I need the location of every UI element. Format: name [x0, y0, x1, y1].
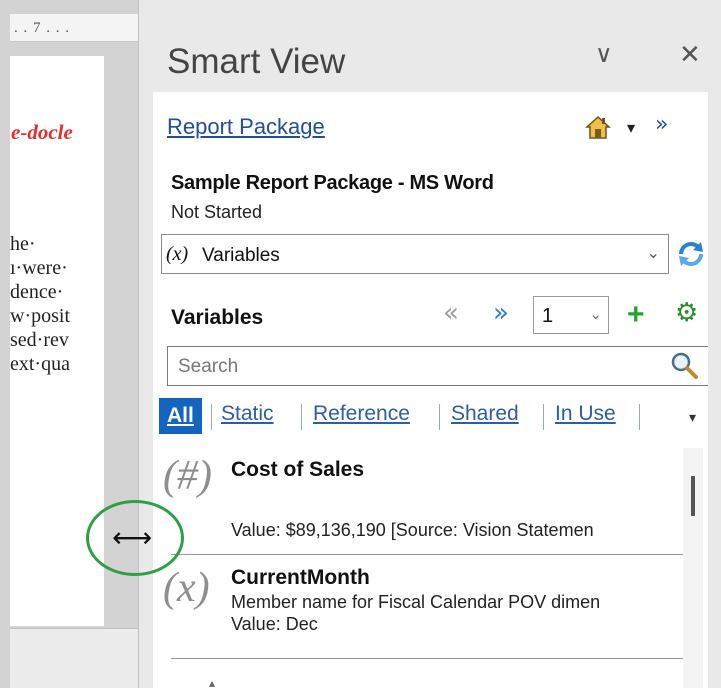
home-dropdown-icon[interactable]: ▾ — [627, 118, 635, 137]
variable-description: Member name for Fiscal Calendar POV dime… — [231, 592, 601, 612]
smart-view-panel: Smart View ∨ ✕ Report Package ▾ » Sample… — [138, 0, 721, 688]
document-heading-fragment: e-docle — [11, 120, 73, 144]
document-area: . . 7 . . . e-docle he· ı·were· dence· w… — [0, 0, 138, 688]
tab-all[interactable]: All — [159, 398, 202, 434]
close-icon[interactable]: ✕ — [679, 40, 701, 70]
variable-value: Value: $89,136,190 [Source: Vision State… — [231, 520, 594, 540]
number-variable-icon: (#) — [163, 453, 212, 499]
panel-body: Report Package ▾ » Sample Report Package… — [153, 92, 708, 688]
search-icon[interactable] — [669, 350, 699, 380]
variable-name: Cost of Sales — [231, 458, 365, 481]
tab-separator — [543, 404, 544, 430]
page-select-value: 1 — [542, 305, 554, 327]
variables-list: (#) Cost of Sales Value: $89,136,190 [So… — [153, 448, 708, 688]
panel-title: Smart View — [167, 42, 346, 81]
search-placeholder: Search — [178, 356, 239, 377]
chevron-down-icon: ⌄ — [646, 243, 660, 262]
variable-value: Value: Dec — [231, 614, 318, 634]
tabs-overflow-icon[interactable]: ▾ — [689, 410, 696, 426]
tab-separator — [301, 404, 302, 430]
variables-dropdown[interactable]: (x) Variables ⌄ — [161, 234, 669, 274]
gear-icon[interactable]: ⚙ — [675, 298, 698, 328]
divider — [171, 554, 683, 555]
document-text: he· ı·were· dence· w·posit sed·rev ext·q… — [10, 232, 70, 376]
ruler: . . 7 . . . — [10, 14, 138, 42]
refresh-icon[interactable] — [675, 238, 707, 270]
document-bottom-bar — [10, 628, 138, 688]
tab-reference[interactable]: Reference — [313, 402, 410, 426]
document-line: w·posit — [10, 305, 70, 327]
package-status: Not Started — [171, 202, 263, 222]
add-icon[interactable]: + — [627, 300, 645, 330]
chevron-down-icon[interactable]: ∨ — [595, 40, 613, 68]
document-line: sed·rev — [10, 329, 69, 351]
tab-separator — [439, 404, 440, 430]
document-line: he· — [10, 233, 36, 255]
home-icon[interactable] — [585, 114, 611, 140]
variable-icon: (x) — [163, 565, 210, 611]
scrollbar-thumb[interactable] — [691, 476, 695, 516]
package-name: Sample Report Package - MS Word — [171, 172, 494, 194]
page-select[interactable]: 1 ⌄ — [533, 296, 609, 334]
variable-icon: (x) — [166, 243, 189, 265]
document-line: ı·were· — [10, 257, 68, 279]
filter-tabs: All Static Reference Shared In Use ▾ — [159, 398, 708, 438]
expand-icon[interactable]: » — [655, 112, 668, 137]
divider — [171, 658, 683, 659]
resize-arrow-icon[interactable]: ⟷ — [112, 521, 152, 554]
document-line: dence· — [10, 281, 64, 303]
tab-shared[interactable]: Shared — [451, 402, 519, 426]
variable-name: CurrentMonth — [231, 566, 370, 589]
next-page-icon[interactable]: » — [493, 298, 509, 328]
variables-heading: Variables — [171, 306, 264, 329]
tab-in-use[interactable]: In Use — [555, 402, 616, 426]
tab-separator — [639, 404, 640, 430]
previous-page-icon[interactable]: « — [443, 298, 459, 328]
variables-dropdown-value: Variables — [202, 245, 280, 266]
search-field[interactable]: Search — [167, 346, 708, 386]
tab-separator — [211, 404, 212, 430]
document-line: ext·qua — [10, 353, 70, 375]
report-package-link[interactable]: Report Package — [167, 114, 325, 140]
chevron-down-icon: ⌄ — [589, 305, 602, 323]
chevron-up-icon: ▴ — [209, 676, 216, 688]
tab-static[interactable]: Static — [221, 402, 274, 426]
